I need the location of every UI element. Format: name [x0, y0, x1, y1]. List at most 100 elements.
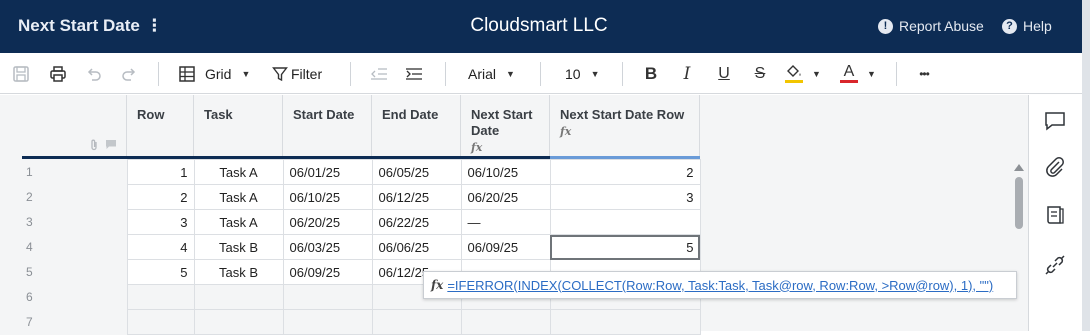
- redo-button[interactable]: [118, 53, 140, 94]
- cell-next-start-date-row[interactable]: [549, 209, 701, 235]
- cell-next-start-date[interactable]: —: [460, 209, 551, 235]
- empty-cell[interactable]: [282, 284, 373, 310]
- scroll-up-arrow-icon[interactable]: [1014, 164, 1024, 171]
- formula-tooltip: fx =IFERROR(INDEX(COLLECT(Row:Row, Task:…: [423, 271, 1017, 299]
- attachments-icon[interactable]: [1043, 155, 1067, 179]
- underline-button[interactable]: U: [713, 53, 735, 94]
- cell-next-start-date[interactable]: 06/09/25: [460, 234, 551, 260]
- toolbar-divider: [622, 62, 623, 86]
- cell-task[interactable]: Task A: [193, 184, 284, 210]
- outdent-button[interactable]: [368, 53, 390, 94]
- connections-icon[interactable]: [1043, 253, 1067, 277]
- attachment-icon: [89, 139, 99, 154]
- font-family-select[interactable]: Arial ▼: [468, 53, 524, 94]
- scrollbar-thumb[interactable]: [1015, 177, 1023, 229]
- summary-icon[interactable]: [1043, 203, 1067, 227]
- cell-row[interactable]: 3: [126, 209, 195, 235]
- column-header-row[interactable]: Row: [127, 95, 194, 159]
- italic-button[interactable]: I: [676, 53, 698, 94]
- formula-column-icon: fx: [471, 141, 483, 154]
- conversations-icon[interactable]: [1043, 109, 1067, 133]
- chevron-down-icon: ▼: [812, 68, 821, 79]
- chevron-down-icon: ▼: [506, 68, 515, 79]
- print-button[interactable]: [46, 53, 70, 94]
- formula-column-icon: fx: [560, 125, 572, 138]
- formula-text[interactable]: =IFERROR(INDEX(COLLECT(Row:Row, Task:Tas…: [447, 278, 993, 293]
- row-header-corner: [0, 95, 127, 159]
- row-number[interactable]: 3: [0, 209, 128, 235]
- cell-end-date[interactable]: 06/22/25: [371, 209, 462, 235]
- print-icon: [50, 65, 66, 82]
- toolbar-divider: [896, 62, 897, 86]
- filter-label: Filter: [291, 65, 323, 82]
- cell-task[interactable]: Task B: [193, 259, 284, 285]
- cell-task[interactable]: Task B: [193, 234, 284, 260]
- cell-start-date[interactable]: 06/03/25: [282, 234, 373, 260]
- formula-icon: fx: [431, 278, 444, 292]
- cell-end-date[interactable]: 06/12/25: [371, 184, 462, 210]
- cell-next-start-date-row[interactable]: 2: [549, 159, 701, 185]
- row-number[interactable]: 2: [0, 184, 128, 210]
- report-abuse-label: Report Abuse: [899, 18, 984, 34]
- cell-row[interactable]: 1: [126, 159, 195, 185]
- indent-button[interactable]: [403, 53, 425, 94]
- cell-row[interactable]: 4: [126, 234, 195, 260]
- cell-task[interactable]: Task A: [193, 159, 284, 185]
- text-color-glyph: A: [843, 63, 855, 80]
- question-icon: ?: [1002, 18, 1017, 34]
- save-button[interactable]: [10, 53, 32, 94]
- cell-end-date[interactable]: 06/06/25: [371, 234, 462, 260]
- undo-button[interactable]: [83, 53, 105, 94]
- indent-icon: [406, 67, 422, 80]
- column-header-end-date[interactable]: End Date: [372, 95, 461, 159]
- column-header-start-date[interactable]: Start Date: [283, 95, 372, 159]
- empty-cell[interactable]: [193, 284, 284, 310]
- save-icon: [13, 65, 29, 82]
- row-number[interactable]: 1: [0, 159, 128, 185]
- outdent-icon: [371, 67, 387, 80]
- strikethrough-button[interactable]: S: [749, 53, 771, 94]
- cell-start-date[interactable]: 06/20/25: [282, 209, 373, 235]
- cell-next-start-date-row[interactable]: 3: [549, 184, 701, 210]
- row-number[interactable]: 6: [0, 284, 128, 310]
- toolbar: Grid ▼ Filter Arial ▼ 10 ▼ B I U S ▼ A ▼: [0, 53, 1082, 94]
- bold-button[interactable]: B: [640, 53, 662, 94]
- paint-bucket-icon: [787, 65, 801, 77]
- cell-next-start-date[interactable]: 06/20/25: [460, 184, 551, 210]
- empty-cell[interactable]: [126, 284, 195, 310]
- font-family-value: Arial: [468, 65, 497, 82]
- cell-row[interactable]: 5: [126, 259, 195, 285]
- more-options-button[interactable]: •••: [912, 53, 936, 94]
- cell-row[interactable]: 2: [126, 184, 195, 210]
- filter-icon: [272, 66, 288, 81]
- chevron-down-icon: ▼: [241, 68, 251, 79]
- view-selector[interactable]: Grid ▼: [178, 53, 258, 94]
- page-scrollbar[interactable]: [1082, 0, 1090, 331]
- text-color-button[interactable]: A ▼: [840, 53, 882, 94]
- column-header-next-start-date-row[interactable]: Next Start Date Row fx: [550, 95, 700, 159]
- row-number[interactable]: 4: [0, 234, 128, 260]
- table-row: 2 2 Task A 06/10/25 06/12/25 06/20/25 3: [0, 184, 701, 210]
- cell-start-date[interactable]: 06/09/25: [282, 259, 373, 285]
- column-header-next-start-date[interactable]: Next Start Date fx: [461, 95, 550, 159]
- fill-color-swatch: [785, 80, 803, 83]
- cell-task[interactable]: Task A: [193, 209, 284, 235]
- chevron-down-icon: ▼: [590, 68, 600, 79]
- help-link[interactable]: ? Help: [1002, 18, 1052, 34]
- cell-start-date[interactable]: 06/01/25: [282, 159, 373, 185]
- column-header-task[interactable]: Task: [194, 95, 283, 159]
- toolbar-divider: [158, 62, 159, 86]
- redo-icon: [122, 67, 136, 81]
- filter-button[interactable]: Filter: [272, 53, 330, 94]
- toolbar-divider: [350, 62, 351, 86]
- selected-cell-next-start-date-row[interactable]: 5: [549, 234, 701, 260]
- fill-color-button[interactable]: ▼: [785, 53, 827, 94]
- alert-icon: !: [878, 18, 893, 34]
- cell-next-start-date[interactable]: 06/10/25: [460, 159, 551, 185]
- cell-start-date[interactable]: 06/10/25: [282, 184, 373, 210]
- report-abuse-link[interactable]: ! Report Abuse: [878, 18, 984, 34]
- grid-scrollbar[interactable]: [1012, 159, 1026, 231]
- row-number[interactable]: 5: [0, 259, 128, 285]
- font-size-select[interactable]: 10 ▼: [565, 53, 605, 94]
- cell-end-date[interactable]: 06/05/25: [371, 159, 462, 185]
